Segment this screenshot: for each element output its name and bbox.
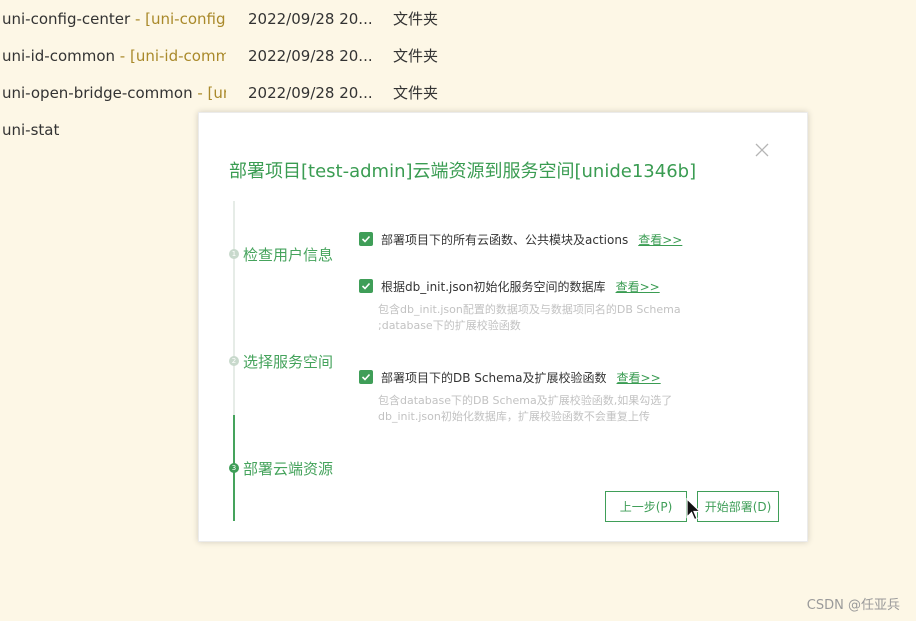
view-link[interactable]: 查看>> (638, 231, 682, 248)
file-name: uni-stat (2, 121, 60, 139)
view-link[interactable]: 查看>> (617, 369, 661, 386)
option-description: 包含database下的DB Schema及扩展校验函数,如果勾选了 db_in… (378, 393, 672, 425)
step-label: 检查用户信息 (243, 245, 334, 264)
file-row[interactable]: uni-open-bridge-common - [uni-open-bridg… (0, 75, 520, 112)
file-row[interactable]: uni-config-center - [uni-config-center] … (0, 1, 520, 38)
file-row[interactable]: uni-id-common - [uni-id-common] 2022/09/… (0, 38, 520, 75)
option-label: 部署项目下的DB Schema及扩展校验函数 (381, 370, 607, 385)
step-dot: 2 (229, 356, 239, 366)
option-deploy-schema: 部署项目下的DB Schema及扩展校验函数 查看>> 包含database下的… (359, 367, 672, 425)
file-name: uni-open-bridge-common - [uni-open-bridg… (2, 84, 226, 102)
deploy-schema-checkbox[interactable] (359, 370, 373, 384)
step-label: 部署云端资源 (243, 459, 334, 478)
option-init-database: 根据db_init.json初始化服务空间的数据库 查看>> 包含db_init… (359, 276, 681, 334)
file-date: 2022/09/28 20... (248, 47, 373, 65)
deploy-dialog: 部署项目[test-admin]云端资源到服务空间[unide1346b] 1 … (198, 112, 808, 542)
description-line: 包含database下的DB Schema及扩展校验函数,如果勾选了 (378, 394, 673, 407)
file-name: uni-config-center - [uni-config-center] (2, 10, 226, 28)
close-button[interactable] (753, 141, 771, 159)
file-date: 2022/09/28 20... (248, 84, 373, 102)
option-description: 包含db_init.json配置的数据项及与数据项同名的DB Schema ;d… (378, 302, 681, 334)
dialog-title: 部署项目[test-admin]云端资源到服务空间[unide1346b] (229, 161, 697, 182)
init-database-checkbox[interactable] (359, 279, 373, 293)
check-icon (361, 235, 371, 243)
step-select-space: 2 选择服务空间 (229, 350, 333, 372)
step-check-user: 1 检查用户信息 (229, 243, 333, 265)
file-date: 2022/09/28 20... (248, 10, 373, 28)
option-deploy-functions: 部署项目下的所有云函数、公共模块及actions 查看>> (359, 229, 682, 249)
step-deploy-resources: 3 部署云端资源 (229, 457, 333, 479)
screen: uni-config-center - [uni-config-center] … (0, 0, 916, 621)
check-icon (361, 373, 371, 381)
close-icon (755, 143, 769, 157)
view-link[interactable]: 查看>> (616, 278, 660, 295)
description-line: 包含db_init.json配置的数据项及与数据项同名的DB Schema (378, 303, 681, 316)
step-dot: 1 (229, 249, 239, 259)
step-dot: 3 (229, 463, 239, 473)
file-type: 文件夹 (393, 84, 439, 102)
file-type: 文件夹 (393, 10, 439, 28)
option-label: 部署项目下的所有云函数、公共模块及actions (381, 232, 629, 247)
check-icon (361, 282, 371, 290)
step-label: 选择服务空间 (243, 352, 334, 371)
mouse-cursor-icon (686, 498, 702, 521)
watermark: CSDN @任亚兵 (806, 598, 900, 613)
description-line: db_init.json初始化数据库，扩展校验函数不会重复上传 (378, 410, 650, 423)
file-type: 文件夹 (393, 47, 439, 65)
option-label: 根据db_init.json初始化服务空间的数据库 (381, 279, 606, 294)
start-deploy-button[interactable]: 开始部署(D) (697, 491, 779, 522)
deploy-functions-checkbox[interactable] (359, 232, 373, 246)
prev-step-button[interactable]: 上一步(P) (605, 491, 687, 522)
description-line: ;database下的扩展校验函数 (378, 319, 521, 332)
file-name: uni-id-common - [uni-id-common] (2, 47, 226, 65)
